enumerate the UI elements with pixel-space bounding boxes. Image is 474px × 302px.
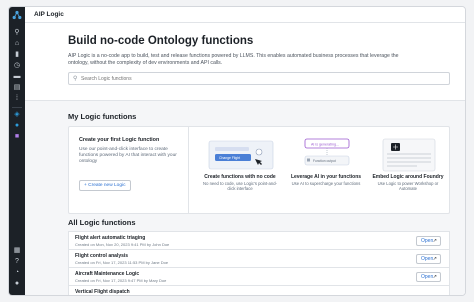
all-functions-heading: All Logic functions — [68, 218, 136, 227]
search-box[interactable]: ⚲ — [68, 72, 450, 85]
ontology-icon[interactable]: ● — [13, 122, 21, 130]
feature-description: Use AI to supercharge your functions — [291, 181, 361, 186]
notifications-icon[interactable]: ? — [13, 258, 21, 266]
bookmark-icon[interactable]: ▮ — [13, 51, 21, 59]
list-item[interactable]: Flight control analysis Created on Fri, … — [68, 249, 450, 267]
function-title: Aircraft Maintenance Logic — [75, 271, 140, 277]
page-title: Build no-code Ontology functions — [68, 35, 254, 47]
apps-icon[interactable]: ⁞ — [13, 95, 21, 103]
my-functions-panel: Create your first Logic function Use our… — [68, 126, 450, 214]
page-description: AIP Logic is a no-code app to build, tes… — [68, 53, 399, 66]
no-code-illustration: Change Flight — [208, 140, 274, 170]
feature-title: Create functions with no code — [204, 174, 276, 180]
function-title: Flight alert automatic triaging — [75, 235, 146, 241]
open-button[interactable]: Open ↗ — [416, 254, 441, 264]
open-label: Open — [421, 256, 434, 262]
top-bar: AIP Logic — [25, 7, 465, 23]
search-input[interactable] — [81, 74, 441, 83]
hero-section: Build no-code Ontology functions AIP Log… — [25, 23, 465, 101]
list-item[interactable]: Flight alert automatic triaging Created … — [68, 231, 450, 249]
main-content: Build no-code Ontology functions AIP Log… — [25, 23, 465, 295]
catalog-icon[interactable]: ▤ — [13, 84, 21, 92]
ai-illustration: AI is generating... Function output — [304, 138, 350, 166]
search-icon[interactable]: ⚲ — [13, 29, 21, 37]
function-subtitle: Created on Fri, Nov 17, 2023 11:53 PM by… — [75, 260, 169, 265]
feature-description: No need to code, use Logic's point-and-c… — [203, 181, 277, 192]
rail-divider — [12, 107, 22, 108]
create-new-logic-button[interactable]: + Create new Logic — [79, 180, 131, 191]
open-label: Open — [421, 274, 434, 280]
art-ai-generating-label: AI is generating... — [311, 142, 339, 146]
art-function-output-label: Function output — [313, 159, 336, 163]
feature-title: Embed Logic around Foundry — [372, 174, 444, 180]
open-label: Open — [421, 238, 434, 244]
home-icon[interactable]: ⌂ — [13, 40, 21, 48]
functions-list: Flight alert automatic triaging Created … — [68, 231, 450, 295]
create-description: Use our point-and-click interface to cre… — [79, 147, 177, 165]
feature-ai: AI is generating... Function output Leve… — [283, 127, 369, 213]
history-icon[interactable]: ◷ — [13, 62, 21, 70]
feature-description: Use Logic to power Workshop or Automate — [377, 181, 439, 192]
list-item[interactable]: Vertical Flight dispatch — [68, 285, 450, 295]
create-title: Create your first Logic function — [79, 137, 160, 143]
art-change-flight-label: Change Flight — [219, 156, 240, 160]
logic-app-icon[interactable]: ◈ — [13, 111, 21, 119]
assist-icon[interactable]: ■ — [13, 133, 21, 141]
open-external-icon: ↗ — [432, 274, 437, 280]
app-title: AIP Logic — [34, 11, 64, 18]
feature-no-code: Change Flight Create functions with no c… — [197, 127, 283, 213]
open-external-icon: ↗ — [432, 238, 437, 244]
function-title: Vertical Flight dispatch — [75, 289, 130, 295]
list-item[interactable]: Aircraft Maintenance Logic Created on Fr… — [68, 267, 450, 285]
open-button[interactable]: Open ↗ — [416, 236, 441, 246]
feature-title: Leverage AI in your functions — [290, 174, 362, 180]
open-external-icon: ↗ — [432, 256, 437, 262]
user-icon[interactable]: ● — [13, 280, 21, 288]
app-window: ⚲ ⌂ ▮ ◷ ▬ ▤ ⁞ ◈ ● ■ ▦ ? ◔ ● AIP Logic Bu… — [8, 6, 466, 296]
help-icon[interactable]: ▦ — [13, 247, 21, 255]
feature-embed: Embed Logic around Foundry Use Logic to … — [365, 127, 451, 213]
side-rail: ⚲ ⌂ ▮ ◷ ▬ ▤ ⁞ ◈ ● ■ ▦ ? ◔ ● — [9, 7, 25, 295]
create-card: Create your first Logic function Use our… — [69, 127, 189, 213]
function-title: Flight control analysis — [75, 253, 129, 259]
settings-icon[interactable]: ◔ — [13, 269, 21, 277]
aip-logo-icon[interactable] — [12, 10, 22, 20]
function-subtitle: Created on Mon, Nov 20, 2023 9:41 PM by … — [75, 242, 170, 247]
function-subtitle: Created on Fri, Nov 17, 2023 9:47 PM by … — [75, 278, 167, 283]
my-functions-heading: My Logic functions — [68, 112, 137, 121]
search-icon: ⚲ — [73, 76, 78, 82]
open-button[interactable]: Open ↗ — [416, 272, 441, 282]
folder-icon[interactable]: ▬ — [13, 73, 21, 81]
embed-illustration — [382, 138, 436, 172]
